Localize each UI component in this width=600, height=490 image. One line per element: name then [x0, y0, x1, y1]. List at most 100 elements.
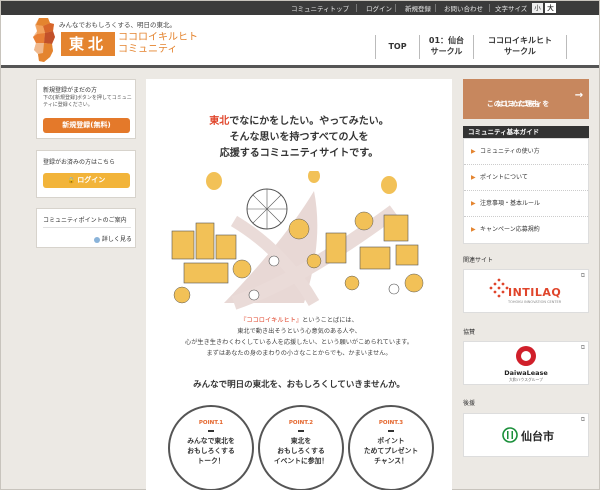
point-1-line-1: みんなで東北を [187, 437, 235, 445]
intilaq-subtext: TOHOKU INNOVATION CENTER [508, 300, 562, 304]
link-community-top[interactable]: コミュニティトップ [291, 3, 349, 13]
external-link-icon: ⧉ [580, 416, 585, 423]
body-line-3: 心が生き生きわくわくしている人を応援したい、という願いがこめられています。 [185, 339, 413, 346]
points-box: コミュニティポイントのご案内 詳しく見る [36, 208, 136, 248]
logo-badge[interactable]: 東北 [61, 32, 115, 56]
link-contact[interactable]: お問い合わせ [444, 3, 483, 13]
login-button-label: ログイン [77, 176, 106, 184]
guide-item-label: キャンペーン応募規約 [480, 226, 540, 233]
daiwa-logo-text: DaiwaLease [504, 369, 548, 377]
lead-line-3: 応援するコミュニティサイトです。 [219, 148, 379, 159]
town-illustration [171, 171, 424, 310]
guide-item-points[interactable]: ▶ ポイントについて [464, 165, 588, 191]
site-tagline: みんなでおもしろくする、明日の東北。 [59, 21, 176, 29]
external-link-icon: ⧉ [580, 272, 585, 279]
point-1-text: みんなで東北を おもしろくする トーク！ [170, 436, 252, 466]
daiwa-logo-icon [516, 346, 536, 366]
point-3-number: POINT.3 [378, 420, 404, 426]
tohoku-map-logo-icon [33, 18, 55, 62]
logo-name-line2: コミュニティ [118, 44, 178, 55]
sendai-logo-text: 仙台市 [521, 430, 554, 443]
points-link-label: 詳しく見る [101, 236, 132, 243]
divider [388, 430, 394, 432]
main-content: 東北でなにかをしたい。やってみたい。 そんな思いを持つすべての人を 応援するコミ… [146, 79, 452, 490]
text-size-small-button[interactable]: 小 [532, 3, 543, 13]
divider [208, 430, 214, 432]
reason-line-2: はじめた理由 [497, 100, 539, 108]
nav-top-label: TOP [388, 42, 407, 51]
nav-sendai-label-1: 01：仙台 [428, 36, 465, 45]
body-line-2: 東北で動き出そうという心意気のある人や、 [237, 328, 361, 335]
lock-icon: 🔒 [67, 177, 78, 184]
sponsor-label: 協賛 [463, 329, 476, 336]
logo-name-line1: ココロイキルヒト [118, 32, 198, 43]
related-sites-label: 関連サイト [463, 257, 494, 264]
points-link[interactable]: 詳しく見る [94, 234, 132, 243]
guide-heading: コミュニティ基本ガイド [463, 126, 589, 138]
divider [356, 4, 357, 12]
guide-item-usage[interactable]: ▶ コミュニティの使い方 [464, 139, 588, 165]
guide-item-rules[interactable]: ▶ 注意事項・基本ルール [464, 191, 588, 217]
body-line-1-rest: ということばには、 [302, 317, 358, 324]
point-1-circle[interactable]: POINT.1 みんなで東北を おもしろくする トーク！ [168, 405, 254, 490]
guide-item-campaign[interactable]: ▶ キャンペーン応募規約 [464, 217, 588, 243]
guide-item-label: 注意事項・基本ルール [480, 200, 541, 207]
register-title: 新規登録がまだの方 [43, 87, 98, 94]
point-1-number: POINT.1 [198, 420, 224, 426]
body-highlight: 『ココロイキルヒト』 [240, 317, 303, 324]
point-3-circle[interactable]: POINT.3 ポイント ためてプレゼント チャンス！ [348, 405, 434, 490]
daiwa-banner[interactable]: ⧉ DaiwaLease 大和ハウスグループ [463, 341, 589, 385]
arrow-right-icon: → [574, 90, 584, 101]
chevron-right-icon: ▶ [471, 200, 476, 207]
utility-bar: コミュニティトップ ログイン 新規登録 お問い合わせ 文字サイズ 小 大 [1, 1, 599, 15]
intilaq-logo-text: INTILAQ [508, 286, 562, 299]
point-2-line-2: おもしろくする [277, 447, 325, 455]
closing-message: みんなで明日の東北を、おもしろくしていきませんか。 [193, 380, 405, 390]
daiwa-subtext: 大和ハウスグループ [509, 377, 543, 382]
chevron-right-icon: ▶ [471, 226, 476, 233]
register-box: 新規登録がまだの方 下の[新規登録]ボタンを押してコミュニティに登録ください。 … [36, 79, 136, 139]
divider [43, 227, 131, 228]
chevron-right-icon: ▶ [471, 148, 476, 155]
divider [395, 4, 396, 12]
reason-banner[interactable]: このコミュニティを はじめた理由 → [463, 79, 589, 119]
nav-kokoro-label-2: サークル [504, 47, 536, 56]
register-description: 下の[新規登録]ボタンを押してコミュニティに登録ください。 [43, 95, 132, 108]
login-box: 登録がお済みの方はこちら 🔒 ログイン [36, 150, 136, 198]
point-1-line-3: トーク！ [197, 457, 225, 465]
logo-name[interactable]: ココロイキルヒト コミュニティ [118, 32, 198, 56]
nav-sendai-circle[interactable]: 01：仙台 サークル [419, 35, 473, 59]
lead-highlight: 東北 [209, 116, 230, 127]
sendai-emblem-icon [502, 427, 518, 443]
login-button[interactable]: 🔒 ログイン [43, 173, 130, 188]
sendai-banner[interactable]: ⧉ 仙台市 [463, 413, 589, 457]
point-2-text: 東北を おもしろくする イベントに参加！ [260, 436, 342, 466]
site-header: みんなでおもしろくする、明日の東北。 東北 ココロイキルヒト コミュニティ TO… [1, 15, 599, 68]
lead-line-1: 東北でなにかをしたい。やってみたい。 [146, 115, 452, 129]
point-3-line-1: ポイント [377, 437, 405, 445]
divider [489, 4, 490, 12]
text-size-large-button[interactable]: 大 [545, 3, 556, 13]
body-line-1: 『ココロイキルヒト』ということばには、 [146, 316, 452, 326]
nav-top[interactable]: TOP [375, 35, 419, 59]
point-3-line-2: ためてプレゼント [363, 447, 419, 455]
point-1-line-2: おもしろくする [187, 447, 235, 455]
body-line-4: まずはあなたの身のまわりの小さなことからでも、かまいません。 [206, 350, 392, 357]
point-3-line-3: チャンス！ [374, 457, 408, 465]
chevron-right-icon: ▶ [471, 174, 476, 181]
nav-kokoro-label-1: ココロイキルヒト [488, 36, 552, 45]
support-label: 後援 [463, 400, 476, 407]
register-button[interactable]: 新規登録(無料) [43, 118, 130, 133]
lead-line-2: そんな思いを持つすべての人を [229, 132, 369, 143]
register-button-label: 新規登録(無料) [62, 121, 111, 129]
point-2-line-3: イベントに参加！ [273, 457, 329, 465]
guide-item-label: コミュニティの使い方 [480, 148, 540, 155]
point-2-circle[interactable]: POINT.2 東北を おもしろくする イベントに参加！ [258, 405, 344, 490]
link-login[interactable]: ログイン [366, 3, 392, 13]
point-2-line-1: 東北を [290, 437, 312, 445]
nav-kokoro-circle[interactable]: ココロイキルヒト サークル [473, 35, 567, 59]
divider [298, 430, 304, 432]
intilaq-banner[interactable]: ⧉ INTILAQ TOHOKU INNOVATION CENTER [463, 269, 589, 313]
link-register[interactable]: 新規登録 [405, 3, 431, 13]
guide-list: ▶ コミュニティの使い方 ▶ ポイントについて ▶ 注意事項・基本ルール ▶ キャンペー… [463, 138, 589, 244]
